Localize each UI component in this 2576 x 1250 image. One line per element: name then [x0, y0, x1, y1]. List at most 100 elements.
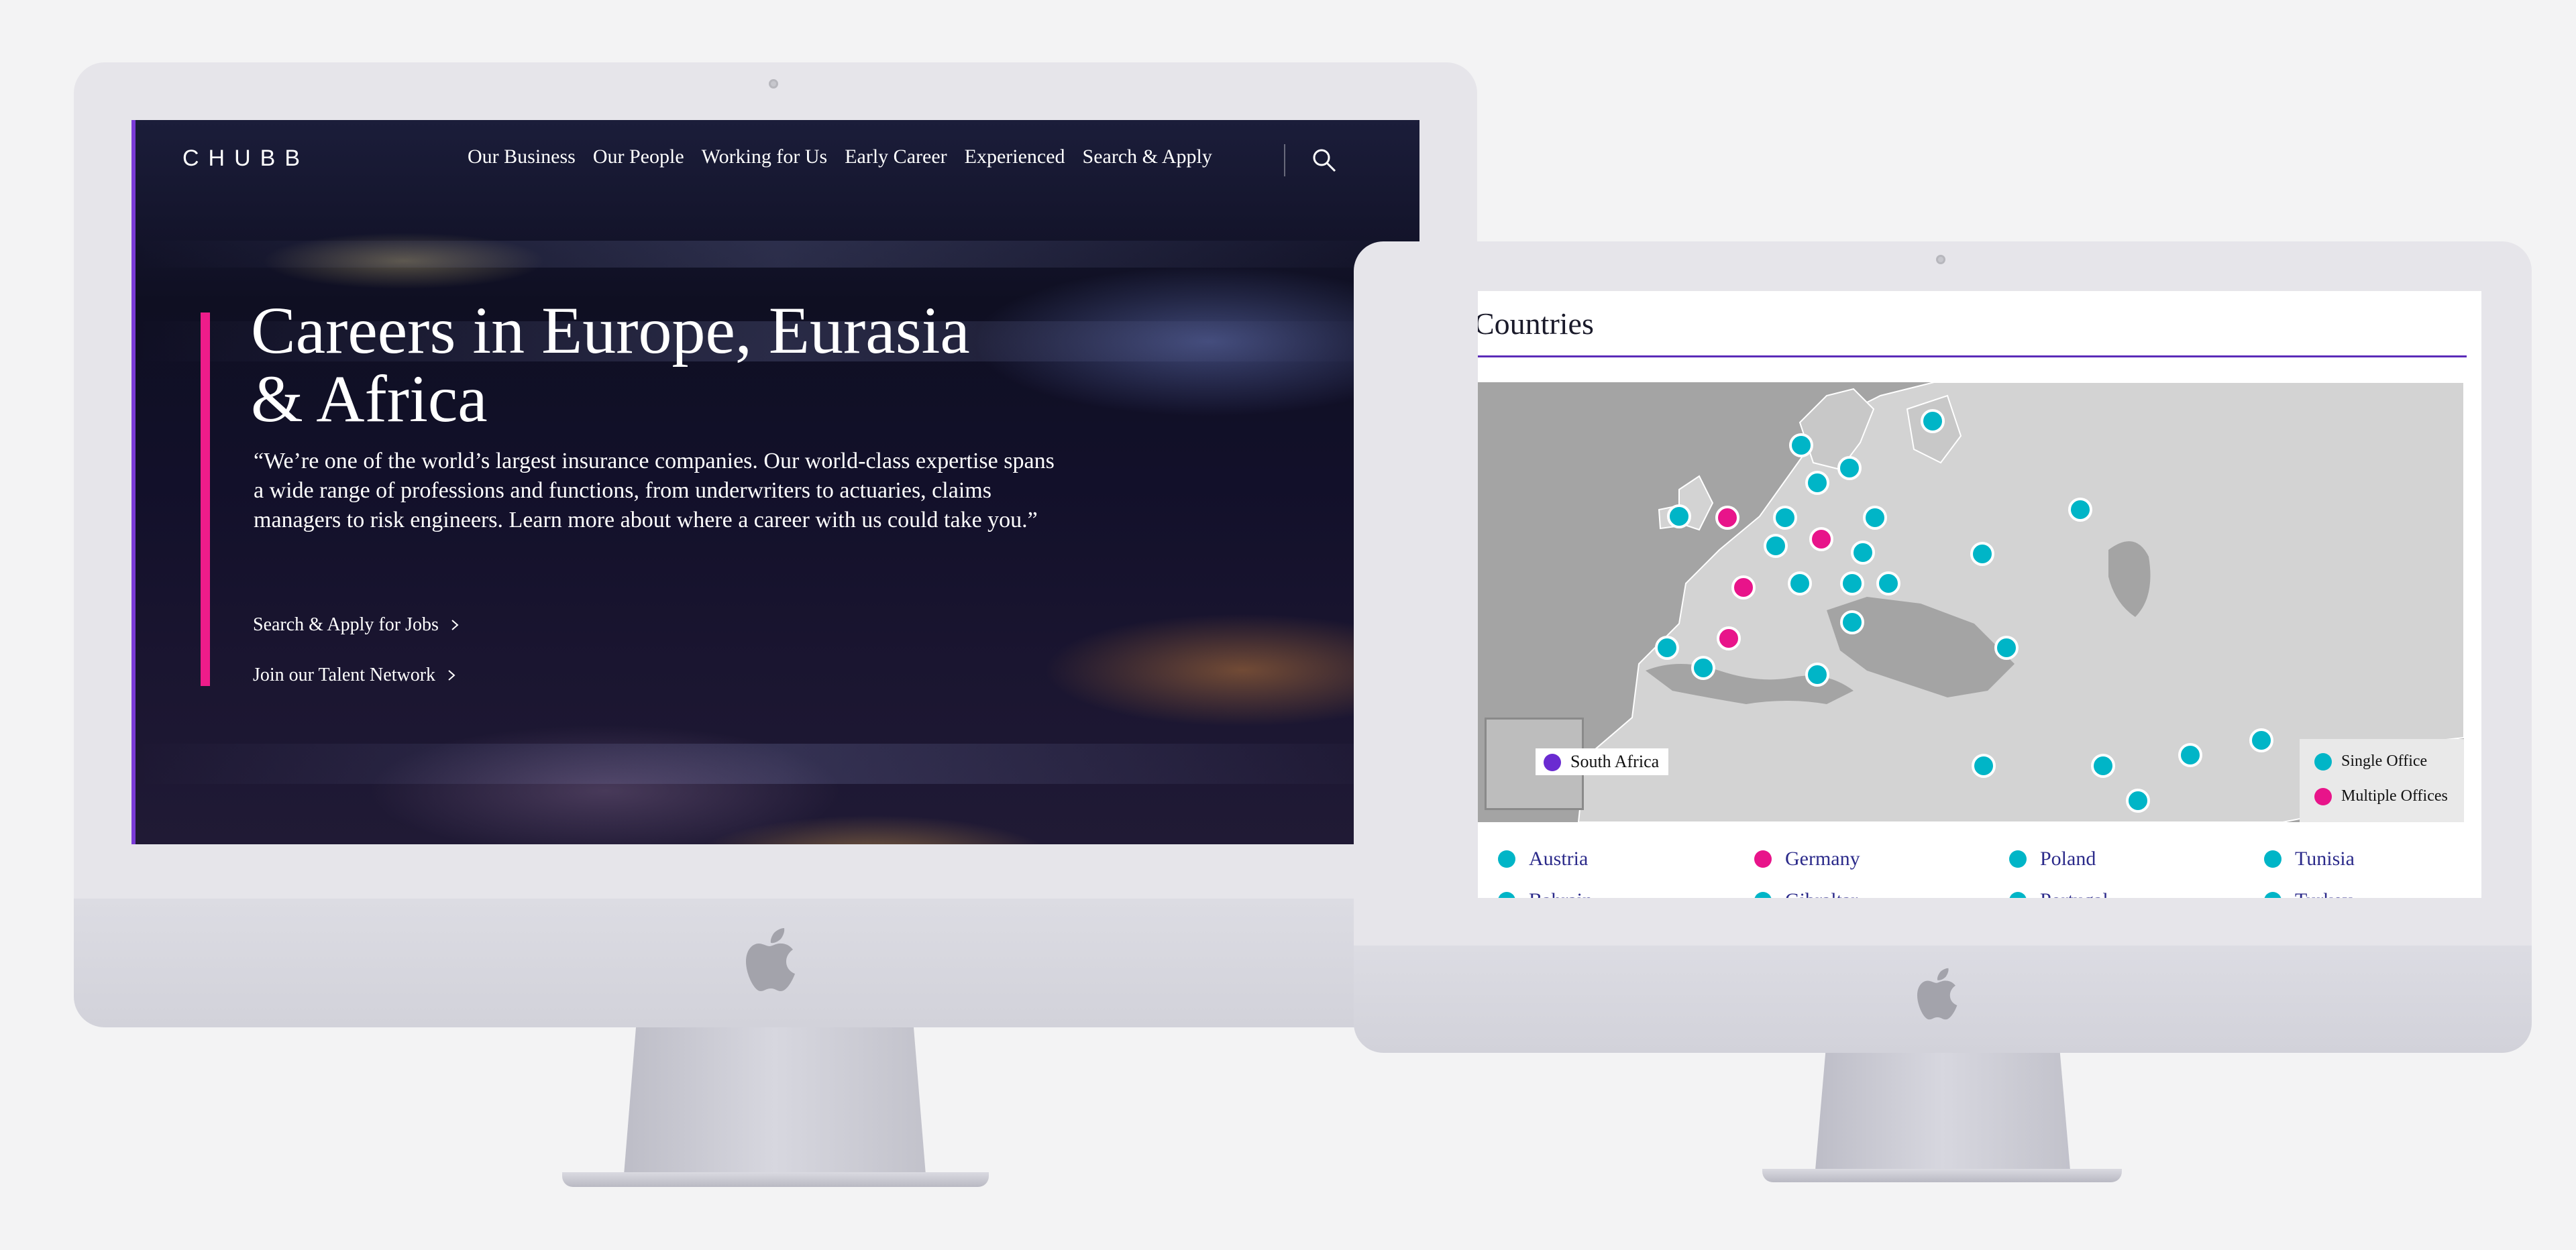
legend-multiple: Multiple Offices [2314, 787, 2448, 805]
map-marker[interactable] [1805, 663, 1829, 687]
map-marker[interactable] [1972, 754, 1996, 778]
top-navigation: CHUBB Our Business Our People Working fo… [136, 120, 1419, 201]
hero-title: Careers in Europe, Eurasia & Africa [251, 296, 1056, 433]
section-title: Countries [1478, 306, 1594, 341]
office-dot [1498, 850, 1515, 868]
map-marker[interactable] [1994, 636, 2019, 660]
map-marker[interactable] [1773, 506, 1797, 530]
south-africa-text: South Africa [1570, 752, 1660, 771]
nav-our-business[interactable]: Our Business [468, 146, 576, 168]
country-link[interactable]: Tunisia [2264, 848, 2355, 870]
map-marker[interactable] [1731, 575, 1756, 600]
careers-hero-screen: CHUBB Our Business Our People Working fo… [131, 120, 1419, 844]
map-marker[interactable] [1840, 610, 1864, 634]
map-marker[interactable] [1970, 542, 1994, 566]
search-icon[interactable] [1311, 147, 1338, 174]
hero-title-line: & Africa [251, 361, 488, 436]
nav-our-people[interactable]: Our People [593, 146, 684, 168]
countries-map-screen: Countries South Africa Single Office Mul… [1478, 291, 2481, 898]
country-list-row: Bahrain Gibraltar Portugal Turkey [1478, 889, 2481, 898]
map-marker[interactable] [2249, 728, 2273, 752]
country-name: Portugal [2040, 889, 2108, 898]
apple-logo-icon [746, 928, 795, 991]
country-link[interactable]: Bahrain [1498, 889, 1593, 898]
country-link[interactable]: Germany [1754, 848, 1860, 870]
nav-divider [1284, 144, 1285, 176]
map-marker[interactable] [1789, 433, 1813, 457]
cta-label: Join our Talent Network [253, 665, 436, 685]
office-dot [1498, 892, 1515, 898]
hero-quote-line: “We’re one of the world’s largest insura… [254, 449, 1055, 473]
camera-icon [1936, 255, 1945, 264]
legend-multiple-dot [2314, 787, 2332, 805]
camera-icon [769, 79, 778, 89]
join-talent-network-link[interactable]: Join our Talent Network [253, 665, 458, 686]
map-marker[interactable] [2126, 789, 2150, 813]
map-marker[interactable] [1717, 626, 1741, 650]
map-marker[interactable] [1921, 409, 1945, 433]
country-list-row: Austria Germany Poland Tunisia [1478, 848, 2481, 874]
map-marker[interactable] [2178, 743, 2202, 767]
map-marker[interactable] [1655, 636, 1679, 660]
country-link[interactable]: Austria [1498, 848, 1588, 870]
country-link[interactable]: Poland [2009, 848, 2096, 870]
map-marker[interactable] [1809, 527, 1833, 551]
country-link[interactable]: Turkey [2264, 889, 2353, 898]
map-marker[interactable] [1788, 571, 1812, 595]
country-name: Gibraltar [1785, 889, 1858, 898]
hero-title-line: Careers in Europe, Eurasia [251, 293, 970, 367]
map-marker[interactable] [1764, 534, 1788, 558]
country-name: Tunisia [2295, 848, 2355, 870]
country-name: Poland [2040, 848, 2096, 870]
monitor-stand-foot [562, 1172, 989, 1187]
map-marker[interactable] [1691, 656, 1715, 680]
map-marker[interactable] [2068, 498, 2092, 522]
monitor-stand-neck [624, 1027, 926, 1175]
country-name: Turkey [2295, 889, 2353, 898]
map-marker[interactable] [1715, 506, 1739, 530]
nav-working-for-us[interactable]: Working for Us [702, 146, 828, 168]
hero-quote-line: a wide range of professions and function… [254, 478, 991, 503]
map-marker[interactable] [1667, 504, 1691, 528]
south-africa-label[interactable]: South Africa [1536, 748, 1669, 775]
map-marker[interactable] [1837, 456, 1862, 480]
legend-label: Multiple Offices [2341, 787, 2448, 805]
nav-experienced[interactable]: Experienced [965, 146, 1065, 168]
chevron-right-icon [451, 620, 459, 630]
map-marker[interactable] [1876, 571, 1900, 595]
map-marker[interactable] [1805, 471, 1829, 495]
cta-label: Search & Apply for Jobs [253, 614, 439, 635]
legend-single-dot [2314, 752, 2332, 771]
south-africa-dot [1544, 754, 1561, 771]
office-map: South Africa Single Office Multiple Offi… [1478, 382, 2464, 822]
hero-quote-line: managers to risk engineers. Learn more a… [254, 508, 1038, 532]
map-legend: Single Office Multiple Offices [2300, 739, 2464, 822]
chevron-right-icon [448, 670, 455, 681]
search-apply-jobs-link[interactable]: Search & Apply for Jobs [253, 614, 462, 636]
map-marker[interactable] [1851, 541, 1875, 565]
office-dot [2264, 850, 2282, 868]
nav-search-apply[interactable]: Search & Apply [1083, 146, 1212, 168]
office-dot [1754, 892, 1772, 898]
chubb-logo[interactable]: CHUBB [182, 146, 309, 172]
monitor-stand-neck [1815, 1053, 2070, 1170]
country-link[interactable]: Portugal [2009, 889, 2108, 898]
office-dot [2264, 892, 2282, 898]
legend-single: Single Office [2314, 752, 2427, 771]
map-marker[interactable] [1863, 506, 1887, 530]
country-link[interactable]: Gibraltar [1754, 889, 1858, 898]
nav-links: Our Business Our People Working for Us E… [468, 146, 1212, 168]
title-underline [1478, 355, 2467, 357]
nav-early-career[interactable]: Early Career [845, 146, 947, 168]
country-name: Austria [1529, 848, 1589, 870]
legend-label: Single Office [2341, 752, 2428, 770]
monitor-stand-foot [1762, 1169, 2122, 1182]
office-dot [1754, 850, 1772, 868]
hero-accent-bar [201, 312, 210, 686]
country-name: Germany [1785, 848, 1860, 870]
office-dot [2009, 892, 2027, 898]
hero-quote: “We’re one of the world’s largest insura… [254, 447, 1126, 535]
office-dot [2009, 850, 2027, 868]
map-marker[interactable] [2091, 754, 2115, 778]
map-marker[interactable] [1840, 571, 1864, 595]
